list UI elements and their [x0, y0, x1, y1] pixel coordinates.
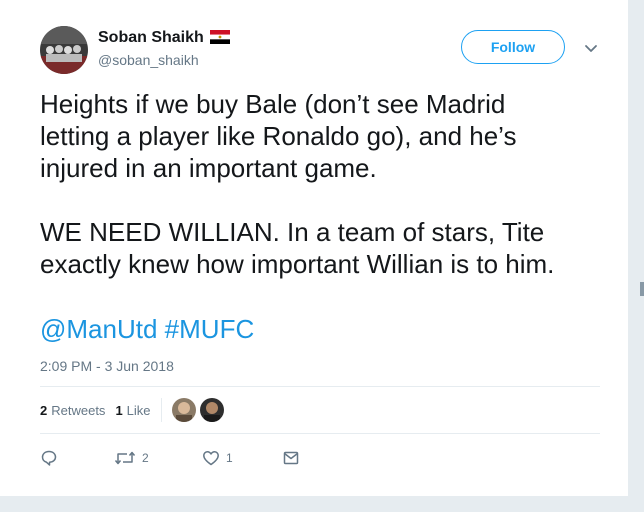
reply-button[interactable]	[40, 449, 114, 467]
author-name[interactable]: Soban Shaikh	[98, 29, 230, 47]
egypt-flag-icon	[209, 30, 230, 44]
tweet-stats: 2 Retweets 1 Like	[40, 398, 228, 422]
retweets-label: Retweets	[51, 402, 106, 418]
stats-separator	[160, 398, 162, 422]
mention-link-manutd[interactable]: @ManUtd	[40, 314, 157, 344]
retweet-button[interactable]: 2	[114, 449, 202, 467]
tweet-card: Soban Shaikh @soban_shaikh Follow Height…	[0, 0, 628, 496]
retweeter-avatar[interactable]	[199, 398, 224, 422]
scrollbar-thumb[interactable]	[640, 282, 644, 296]
hashtag-link-mufc[interactable]: #MUFC	[165, 314, 255, 344]
speech-bubble-icon	[40, 449, 58, 467]
scrollbar-track[interactable]	[636, 0, 644, 512]
likes-count: 1	[115, 402, 123, 418]
tweet-hashtags: @ManUtd #MUFC	[40, 313, 254, 345]
liker-avatar[interactable]	[171, 398, 196, 422]
tweet-timestamp[interactable]: 2:09 PM - 3 Jun 2018	[40, 358, 174, 374]
envelope-icon	[282, 449, 300, 467]
tweet-actions: 2 1	[40, 448, 300, 468]
retweets-count: 2	[40, 402, 48, 418]
like-button[interactable]: 1	[202, 449, 282, 467]
author-name-text[interactable]: Soban Shaikh	[98, 29, 204, 47]
divider-bottom	[40, 433, 600, 434]
author-handle[interactable]: @soban_shaikh	[98, 52, 199, 68]
heart-icon	[202, 449, 220, 467]
direct-message-button[interactable]	[282, 449, 300, 467]
chevron-down-icon[interactable]	[583, 40, 599, 56]
follow-button[interactable]: Follow	[461, 30, 565, 64]
tweet-text: Heights if we buy Bale (don’t see Madrid…	[40, 89, 555, 279]
retweets-stat[interactable]: 2 Retweets	[40, 403, 105, 418]
divider-top	[40, 386, 600, 387]
page-background-strip	[0, 496, 644, 512]
retweet-icon	[114, 449, 136, 467]
like-count: 1	[226, 451, 233, 465]
author-avatar[interactable]	[40, 26, 88, 74]
likes-stat[interactable]: 1 Like	[115, 403, 150, 418]
likes-label: Like	[126, 402, 151, 418]
retweet-count: 2	[142, 451, 149, 465]
